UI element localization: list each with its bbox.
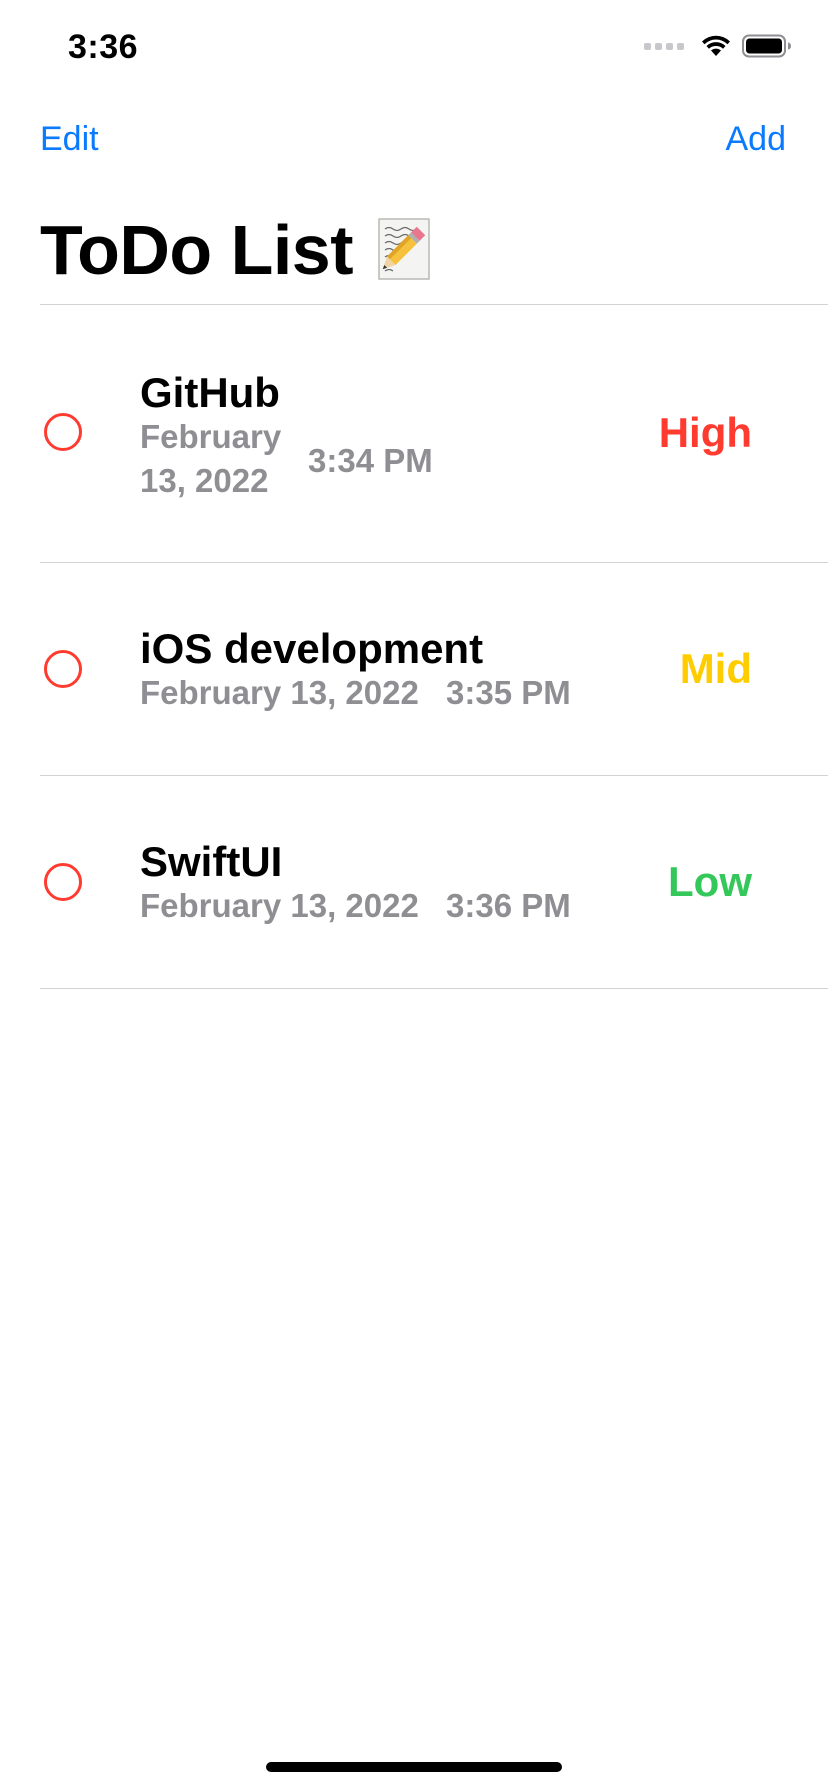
- item-title: GitHub: [140, 369, 280, 416]
- item-time: 3:34 PM: [308, 442, 433, 479]
- home-indicator[interactable]: [266, 1762, 562, 1772]
- list-item[interactable]: iOS development February 13, 2022 3:35 P…: [40, 562, 828, 775]
- status-bar: 3:36: [0, 0, 828, 100]
- status-time: 3:36: [68, 28, 139, 66]
- completion-toggle[interactable]: [44, 650, 82, 688]
- edit-button[interactable]: Edit: [40, 120, 99, 159]
- memo-pencil-icon: [378, 218, 430, 280]
- page-title-container: ToDo List: [40, 210, 435, 290]
- priority-label: High: [658, 409, 752, 456]
- completion-toggle[interactable]: [44, 863, 82, 901]
- list-item[interactable]: SwiftUI February 13, 2022 3:36 PM Low: [40, 775, 828, 989]
- wifi-icon: [702, 35, 730, 56]
- item-title: SwiftUI: [140, 838, 283, 885]
- navigation-bar: Edit Add: [0, 112, 828, 172]
- status-icons: [644, 34, 792, 58]
- add-button[interactable]: Add: [726, 120, 787, 159]
- list-item[interactable]: GitHub February 13, 2022 3:34 PM High: [40, 304, 828, 562]
- item-time: 3:35 PM: [446, 674, 571, 711]
- cellular-signal-icon: [644, 42, 684, 50]
- item-title: iOS development: [140, 625, 484, 672]
- priority-label: Mid: [679, 645, 752, 692]
- completion-toggle[interactable]: [44, 413, 82, 451]
- page-title: ToDo List: [40, 211, 354, 289]
- battery-icon: [742, 34, 791, 58]
- item-date: February 13, 2022: [140, 887, 419, 924]
- todo-list: GitHub February 13, 2022 3:34 PM High iO…: [40, 304, 828, 989]
- priority-label: Low: [668, 858, 752, 905]
- item-date: February 13, 2022: [140, 674, 419, 711]
- item-date: February 13, 2022: [140, 418, 282, 499]
- item-time: 3:36 PM: [446, 887, 571, 924]
